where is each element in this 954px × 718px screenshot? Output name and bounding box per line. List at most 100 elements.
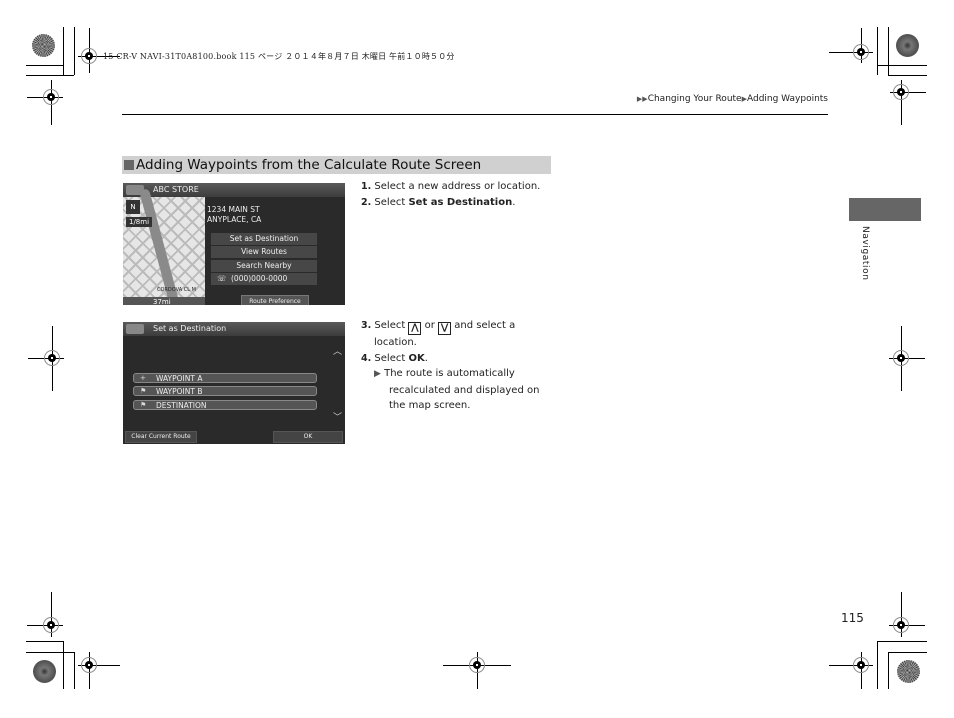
phone-number: (000)000-0000 <box>231 274 288 283</box>
screen-header: ABC STORE <box>123 183 345 197</box>
add-icon: + <box>140 374 146 382</box>
color-registration-disc <box>33 660 56 683</box>
phone-button: ☏ (000)000-0000 <box>211 273 317 285</box>
step-1: 1. Select a new address or location. <box>361 179 540 195</box>
crop-mark <box>26 641 64 642</box>
breadcrumb-item[interactable]: Adding Waypoints <box>747 94 828 104</box>
crop-mark <box>888 652 927 653</box>
registration-mark-icon <box>81 48 97 64</box>
crop-mark <box>888 27 889 75</box>
step-3-continued: location. <box>374 337 417 348</box>
screen-title: ABC STORE <box>153 185 199 194</box>
map-view: N 1/8mi CORDOVA CL M 37mi <box>123 188 205 305</box>
square-bullet-icon <box>124 160 134 170</box>
waypoint-list-item: ⚑ WAYPOINT B <box>133 386 317 396</box>
crop-mark <box>26 65 64 66</box>
breadcrumb: ▶▶Changing Your Route▶Adding Waypoints <box>637 94 828 104</box>
color-registration-disc <box>897 660 920 683</box>
registration-mark-icon <box>893 84 909 100</box>
north-arrow-icon: N <box>126 200 140 214</box>
registration-mark-icon <box>853 657 869 673</box>
steps-1-2: 1. Select a new address or location. 2. … <box>361 179 540 210</box>
crop-mark <box>26 75 74 76</box>
clear-current-route-button: Clear Current Route <box>125 431 197 443</box>
crop-mark <box>877 65 927 66</box>
double-triangle-icon: ▶▶ <box>636 95 648 103</box>
screen-title: Set as Destination <box>153 324 227 333</box>
crop-mark <box>63 641 64 689</box>
chapter-tab[interactable] <box>849 198 921 221</box>
address: 1234 MAIN ST ANYPLACE, CA <box>207 205 261 225</box>
step-number: 2. <box>361 196 372 208</box>
down-arrow-key-icon: ⋁ <box>438 322 452 335</box>
crop-mark <box>877 641 927 642</box>
waypoint-label: DESTINATION <box>156 401 207 410</box>
page-number: 115 <box>841 611 864 625</box>
registration-mark-icon <box>43 89 59 105</box>
view-routes-button: View Routes <box>211 246 317 258</box>
ok-button: OK <box>273 431 343 443</box>
step-number: 4. <box>361 352 372 364</box>
result-text: the map screen. <box>389 400 471 411</box>
crop-mark <box>26 652 74 653</box>
punctuation: . <box>424 352 428 364</box>
set-as-destination-screenshot: Set as Destination ︿ + WAYPOINT A ⚑ WAYPOI… <box>123 322 345 444</box>
up-arrow-key-icon: ⋀ <box>408 322 422 335</box>
registration-mark-icon <box>893 617 909 633</box>
route-preference-button: Route Preference <box>241 295 309 305</box>
crop-mark <box>888 75 927 76</box>
step-text: Select a new address or location. <box>374 181 541 192</box>
crop-mark <box>74 27 75 75</box>
street-name: CORDOVA CL M <box>157 287 196 293</box>
registration-mark-icon <box>44 350 60 366</box>
step-number: 1. <box>361 181 372 192</box>
scroll-down-icon: ﹀ <box>333 413 343 423</box>
steps-3-4: 3. Select ⋀ or ⋁ and select a location. … <box>361 318 539 414</box>
step-text: Select <box>374 352 409 364</box>
step-text: Select <box>374 196 409 208</box>
breadcrumb-item[interactable]: Changing Your Route <box>648 94 742 104</box>
punctuation: . <box>512 196 516 208</box>
color-registration-disc <box>32 34 55 57</box>
result-triangle-icon: ▶ <box>374 369 381 379</box>
step-2: 2. Select Set as Destination. <box>361 195 540 211</box>
step-4: 4. Select OK. <box>361 351 539 367</box>
waypoint-list-item: + WAYPOINT A <box>133 373 317 383</box>
screen-header: Set as Destination <box>123 322 345 336</box>
result-text: The route is automatically <box>384 368 515 379</box>
back-icon <box>126 324 144 334</box>
crop-mark <box>63 27 64 75</box>
address-line1: 1234 MAIN ST <box>207 205 260 214</box>
ui-term: Set as Destination <box>408 196 513 208</box>
step-number: 3. <box>361 320 372 331</box>
waypoint-list-item: ⚑ DESTINATION <box>133 400 317 410</box>
color-registration-disc <box>896 34 919 57</box>
waypoint-label: WAYPOINT A <box>156 374 203 383</box>
crop-mark <box>877 641 878 689</box>
header-rule <box>122 114 828 115</box>
phone-icon: ☏ <box>217 274 227 283</box>
step-text: and select a <box>454 320 516 331</box>
ui-term: OK <box>408 352 425 364</box>
map-bottom-scale: 37mi <box>123 297 205 305</box>
registration-mark-icon <box>469 657 485 673</box>
flag-icon: ⚑ <box>140 401 147 409</box>
step-result: ▶ The route is automatically <box>361 366 539 383</box>
flag-icon: ⚑ <box>140 387 147 395</box>
map-zoom-scale: 1/8mi <box>126 217 152 227</box>
step-text: Select <box>374 320 406 331</box>
registration-mark-icon <box>43 617 59 633</box>
chapter-label: Navigation <box>860 226 870 281</box>
waypoint-label: WAYPOINT B <box>156 387 203 396</box>
crop-mark <box>877 27 878 75</box>
section-header: Adding Waypoints from the Calculate Rout… <box>122 156 551 174</box>
result-text: recalculated and displayed on <box>389 384 540 396</box>
crop-mark <box>888 652 889 689</box>
set-as-destination-button: Set as Destination <box>211 233 317 245</box>
step-3: 3. Select ⋀ or ⋁ and select a <box>361 318 539 335</box>
crop-mark <box>74 652 75 689</box>
calculate-route-screenshot: ABC STORE N 1/8mi CORDOVA CL M 37mi 1234… <box>123 183 345 305</box>
scroll-up-icon: ︿ <box>333 347 343 357</box>
registration-mark-icon <box>893 350 909 366</box>
registration-mark-icon <box>81 657 97 673</box>
